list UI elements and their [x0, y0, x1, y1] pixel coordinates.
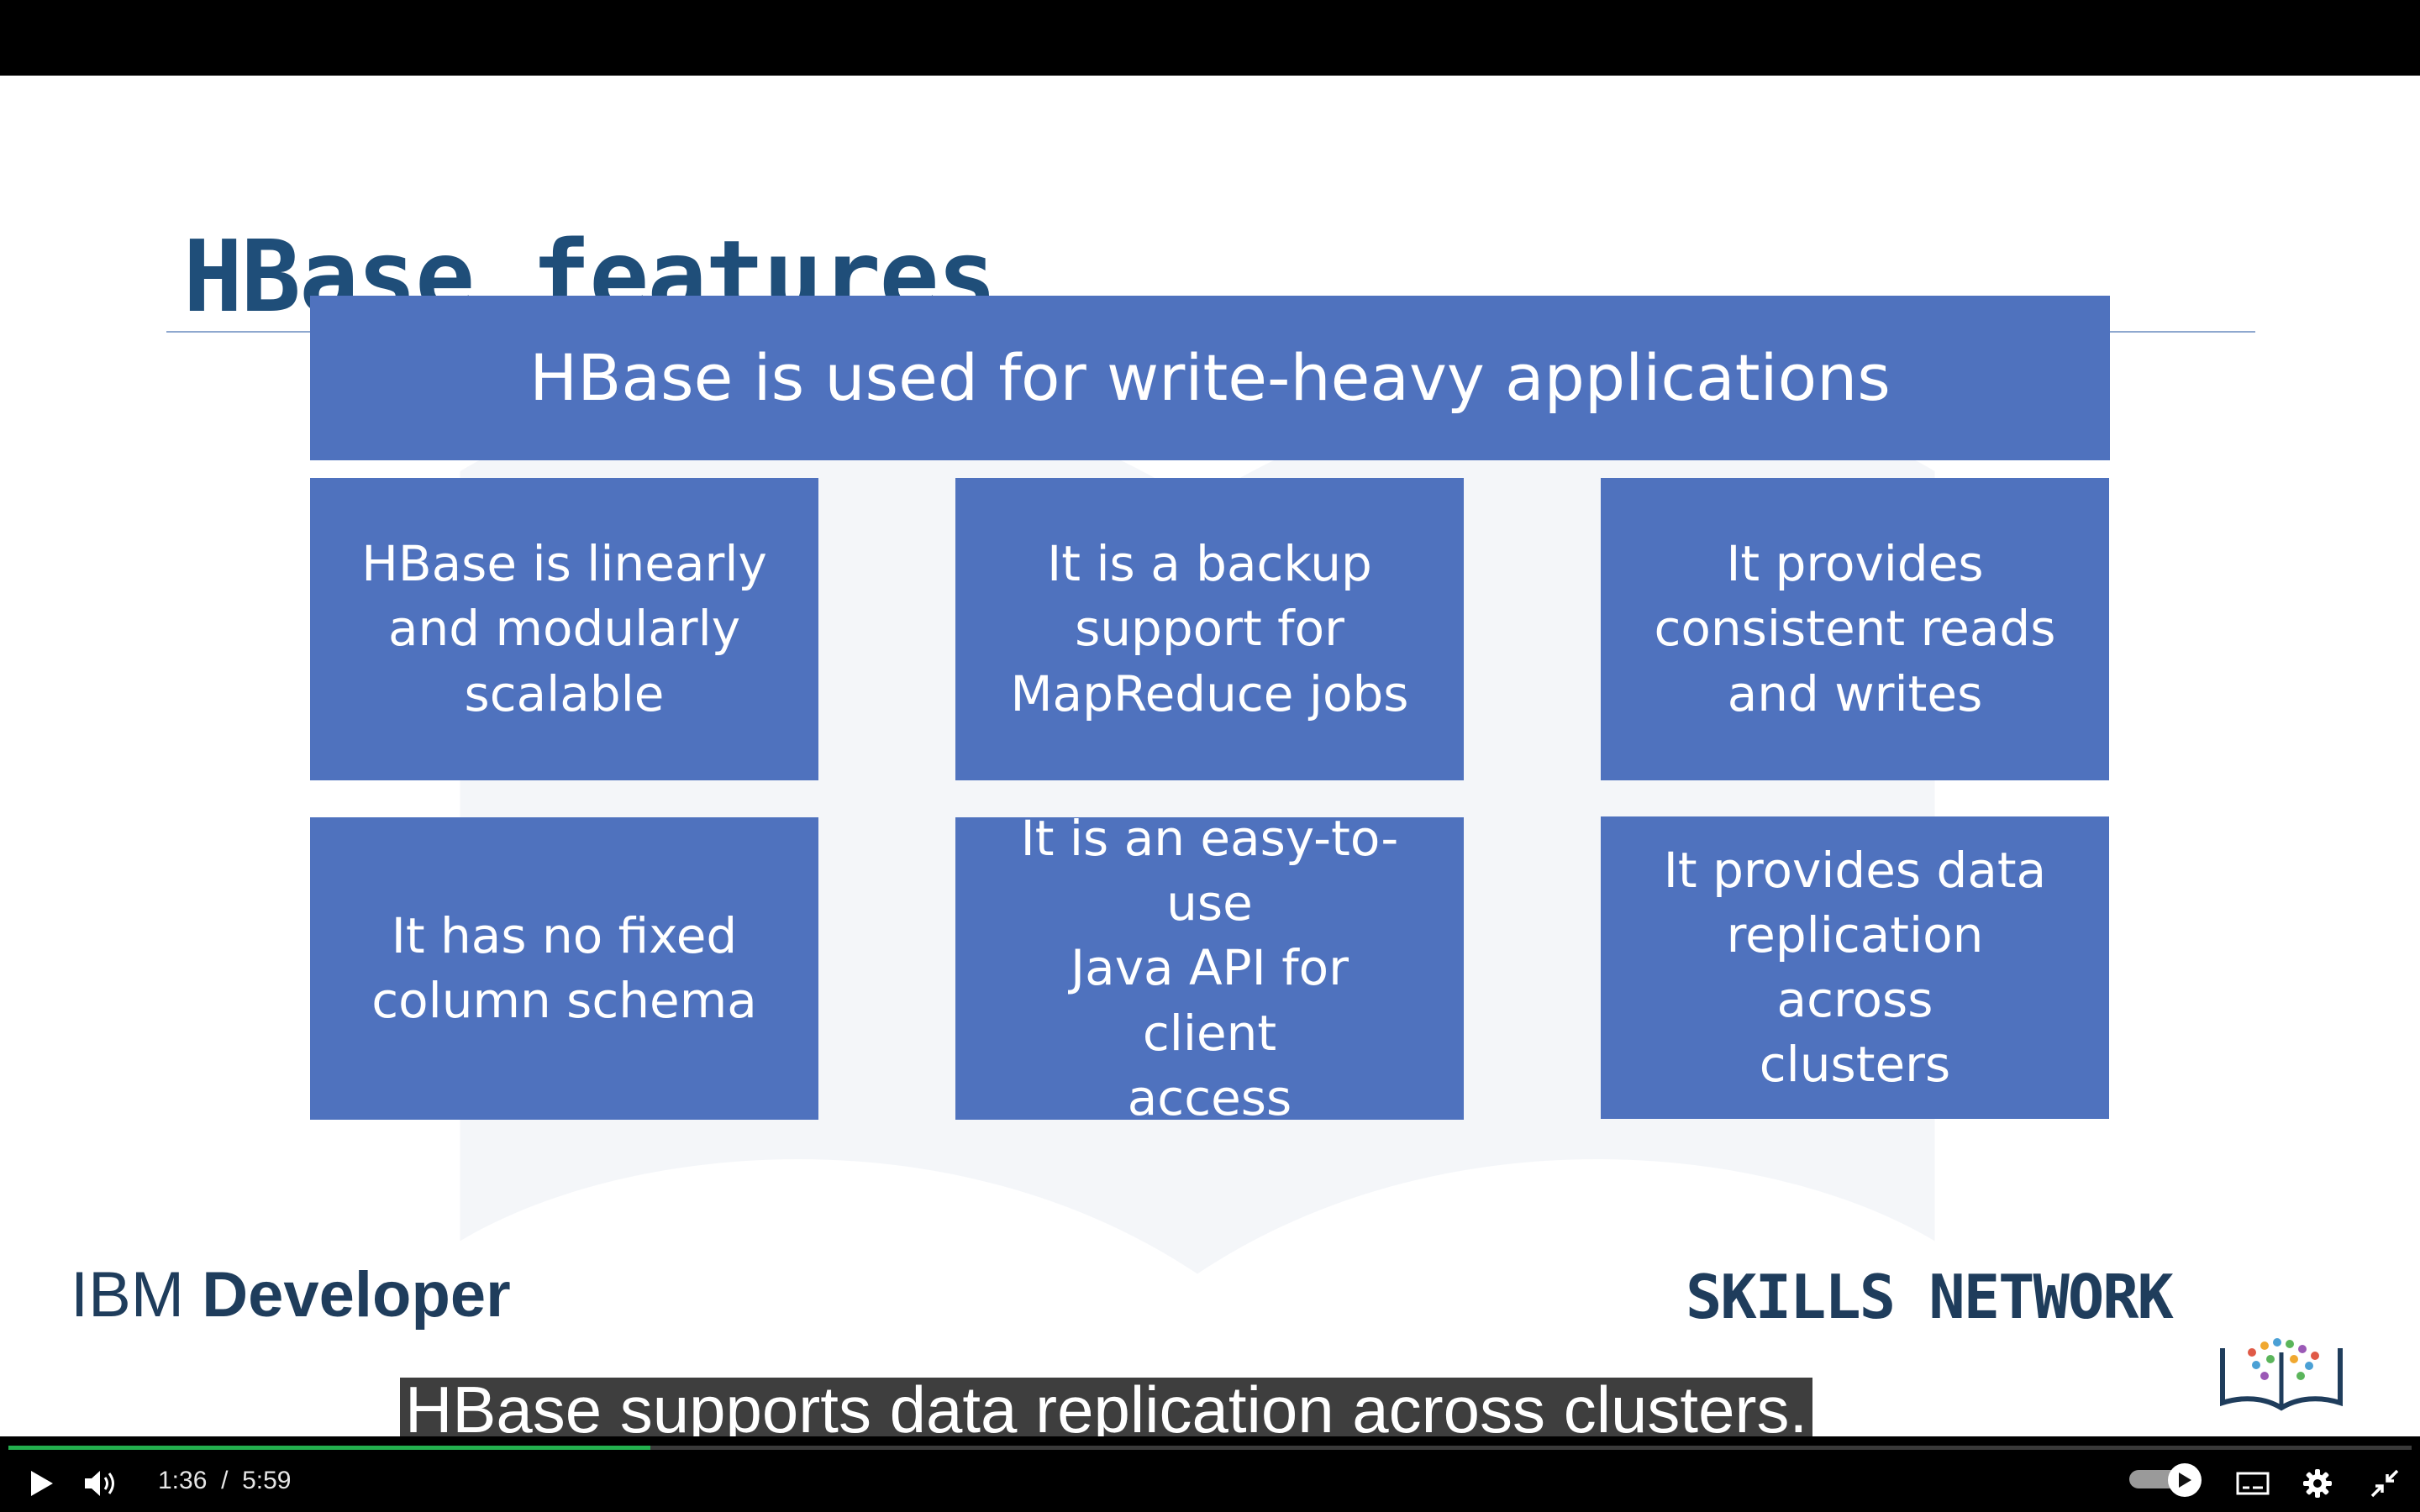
feature-line: support for [1075, 600, 1344, 658]
volume-button[interactable] [81, 1465, 121, 1502]
subtitle-caption: HBase supports data replication across c… [400, 1377, 1813, 1442]
play-icon [31, 1471, 53, 1496]
logo-ibm-text: IBM [71, 1259, 203, 1331]
skills-network-book-icon [2220, 1338, 2343, 1411]
skills-network-logo: SKILLS NETWORK [1686, 1262, 2174, 1332]
header-feature-box: HBase is used for write-heavy applicatio… [310, 296, 2110, 460]
feature-line: clusters [1759, 1036, 1951, 1094]
captions-button[interactable] [2233, 1465, 2272, 1502]
feature-line: and writes [1727, 664, 1983, 722]
autoplay-toggle-knob[interactable] [2168, 1463, 2202, 1497]
feature-line: It has no fixed [391, 906, 738, 964]
feature-box-java-api: It is an easy-to-use Java API for client a… [955, 810, 1464, 1126]
exit-fullscreen-icon [2370, 1469, 2399, 1498]
volume-icon [85, 1471, 114, 1496]
duration: 5:59 [242, 1467, 292, 1494]
settings-gear-icon [2303, 1469, 2332, 1498]
header-feature-text: HBase is used for write-heavy applicatio… [529, 340, 1891, 416]
feature-box-replication: It provides data replication across cluste… [1601, 816, 2109, 1119]
feature-line: consistent reads [1654, 600, 2056, 658]
captions-icon [2236, 1472, 2270, 1495]
feature-line: replication across [1726, 906, 1984, 1028]
progress-bar[interactable] [8, 1446, 2412, 1450]
feature-line: It is an easy-to-use [1020, 810, 1399, 932]
feature-line: It is a backup [1047, 535, 1372, 593]
ibm-developer-logo: IBM Developer [71, 1258, 511, 1331]
feature-box-scalable: HBase is linearly and modularly scalable [310, 478, 818, 780]
feature-line: Java API for client [1071, 939, 1349, 1062]
feature-line: scalable [464, 664, 665, 722]
settings-button[interactable] [2299, 1465, 2336, 1502]
feature-line: and modularly [387, 600, 741, 658]
play-button[interactable] [24, 1465, 60, 1502]
feature-box-consistent: It provides consistent reads and writes [1601, 478, 2109, 780]
letterbox-top [0, 0, 2420, 76]
progress-played [8, 1446, 650, 1450]
feature-line: MapReduce jobs [1010, 664, 1409, 722]
current-time: 1:36 [158, 1467, 208, 1494]
feature-line: access [1127, 1068, 1292, 1126]
time-display: 1:36 / 5:59 [158, 1467, 291, 1495]
logo-developer-text: Developer [202, 1259, 511, 1331]
feature-line: It provides data [1663, 841, 2047, 899]
feature-line: column schema [371, 972, 757, 1029]
feature-line: HBase is linearly [361, 535, 767, 593]
feature-box-backup: It is a backup support for MapReduce jobs [955, 478, 1464, 780]
time-separator: / [221, 1467, 229, 1494]
autoplay-play-icon [2179, 1473, 2191, 1488]
feature-box-schema: It has no fixed column schema [310, 817, 818, 1120]
feature-line: It provides [1726, 535, 1984, 593]
exit-fullscreen-button[interactable] [2366, 1465, 2403, 1502]
